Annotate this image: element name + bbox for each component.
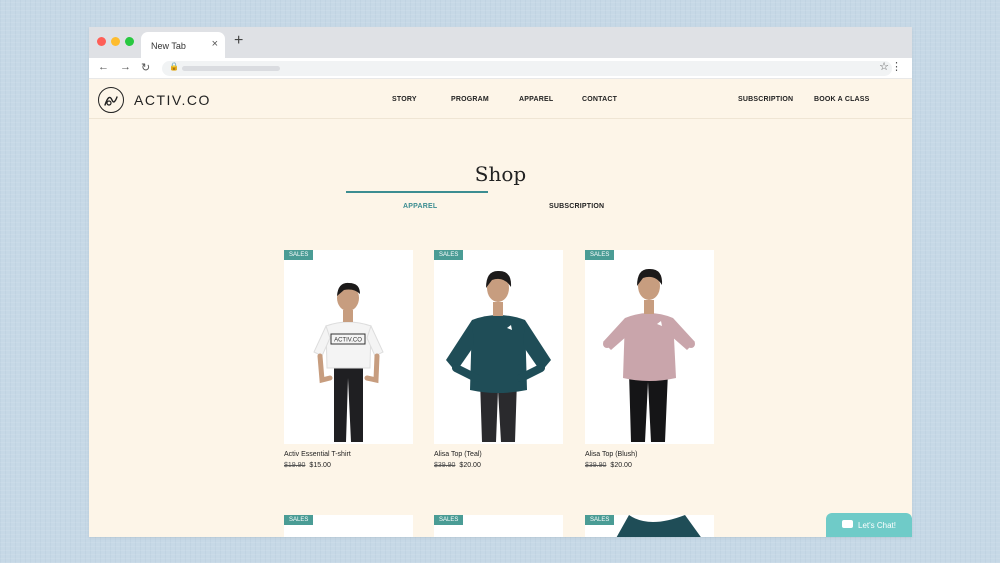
browser-window: New Tab × + ← → ↻ 🔒 ☆ ⋮ ACTIV.CO STORY P… bbox=[89, 27, 912, 537]
nav-apparel[interactable]: APPAREL bbox=[519, 96, 553, 103]
sales-badge: SALES bbox=[284, 250, 314, 260]
close-icon[interactable]: × bbox=[212, 38, 218, 50]
model-photo: ACTIV.CO bbox=[313, 282, 384, 442]
sale-price: $20.00 bbox=[610, 462, 632, 469]
product-image[interactable]: SALES bbox=[434, 515, 563, 537]
address-bar[interactable]: 🔒 bbox=[162, 61, 892, 76]
model-photo bbox=[603, 268, 695, 442]
minimize-window-button[interactable] bbox=[111, 37, 120, 46]
product-name[interactable]: Alisa Top (Blush) bbox=[585, 451, 637, 458]
product-image[interactable]: SALES bbox=[284, 515, 413, 537]
model-photo bbox=[446, 270, 551, 442]
browser-toolbar: ← → ↻ 🔒 ☆ ⋮ bbox=[89, 58, 912, 79]
forward-arrow-icon[interactable]: → bbox=[120, 61, 131, 73]
product-price: $39.90 $20.00 bbox=[585, 462, 632, 469]
product-image[interactable]: SALES bbox=[585, 250, 714, 444]
chat-bubble-icon bbox=[842, 520, 853, 528]
shirt-print: ACTIV.CO bbox=[334, 338, 362, 344]
new-tab-icon[interactable]: + bbox=[234, 32, 243, 50]
active-tab-underline bbox=[346, 191, 488, 193]
product-price: $39.90 $20.00 bbox=[434, 462, 481, 469]
page-title: Shop bbox=[474, 162, 527, 186]
nav-contact[interactable]: CONTACT bbox=[582, 96, 617, 103]
nav-subscription[interactable]: SUBSCRIPTION bbox=[738, 96, 793, 103]
sales-badge: SALES bbox=[284, 515, 314, 525]
product-name[interactable]: Alisa Top (Teal) bbox=[434, 451, 482, 458]
tab-strip: New Tab × + bbox=[89, 27, 912, 58]
back-arrow-icon[interactable]: ← bbox=[98, 61, 109, 73]
tab-apparel[interactable]: APPAREL bbox=[403, 203, 437, 210]
sales-badge: SALES bbox=[434, 250, 464, 260]
sales-badge: SALES bbox=[585, 515, 615, 525]
browser-menu-icon[interactable]: ⋮ bbox=[891, 60, 902, 73]
tab-title: New Tab bbox=[151, 41, 186, 51]
tab-subscription[interactable]: SUBSCRIPTION bbox=[549, 203, 604, 210]
nav-story[interactable]: STORY bbox=[392, 96, 417, 103]
product-image[interactable]: SALES bbox=[585, 515, 714, 537]
sale-price: $20.00 bbox=[459, 462, 481, 469]
chat-label: Let's Chat! bbox=[858, 521, 896, 530]
maximize-window-button[interactable] bbox=[125, 37, 134, 46]
old-price: $39.90 bbox=[585, 462, 607, 469]
product-image[interactable]: SALES ACTIV.CO bbox=[284, 250, 413, 444]
bookmark-star-icon[interactable]: ☆ bbox=[879, 60, 889, 73]
logo-icon[interactable] bbox=[98, 87, 124, 113]
logo-text[interactable]: ACTIV.CO bbox=[134, 92, 211, 108]
old-price: $19.90 bbox=[284, 462, 306, 469]
product-price: $19.90 $15.00 bbox=[284, 462, 331, 469]
url-placeholder bbox=[182, 66, 280, 71]
reload-icon[interactable]: ↻ bbox=[141, 61, 150, 74]
nav-book-a-class[interactable]: BOOK A CLASS bbox=[814, 96, 870, 103]
sale-price: $15.00 bbox=[309, 462, 331, 469]
product-name[interactable]: Activ Essential T-shirt bbox=[284, 451, 351, 458]
site-header: ACTIV.CO STORY PROGRAM APPAREL CONTACT S… bbox=[89, 79, 912, 119]
sales-badge: SALES bbox=[434, 515, 464, 525]
browser-tab[interactable]: New Tab × bbox=[141, 32, 225, 58]
close-window-button[interactable] bbox=[97, 37, 106, 46]
lock-icon: 🔒 bbox=[169, 62, 179, 71]
product-image[interactable]: SALES bbox=[434, 250, 563, 444]
nav-program[interactable]: PROGRAM bbox=[451, 96, 489, 103]
old-price: $39.90 bbox=[434, 462, 456, 469]
chat-button[interactable]: Let's Chat! bbox=[826, 513, 912, 537]
sales-badge: SALES bbox=[585, 250, 615, 260]
